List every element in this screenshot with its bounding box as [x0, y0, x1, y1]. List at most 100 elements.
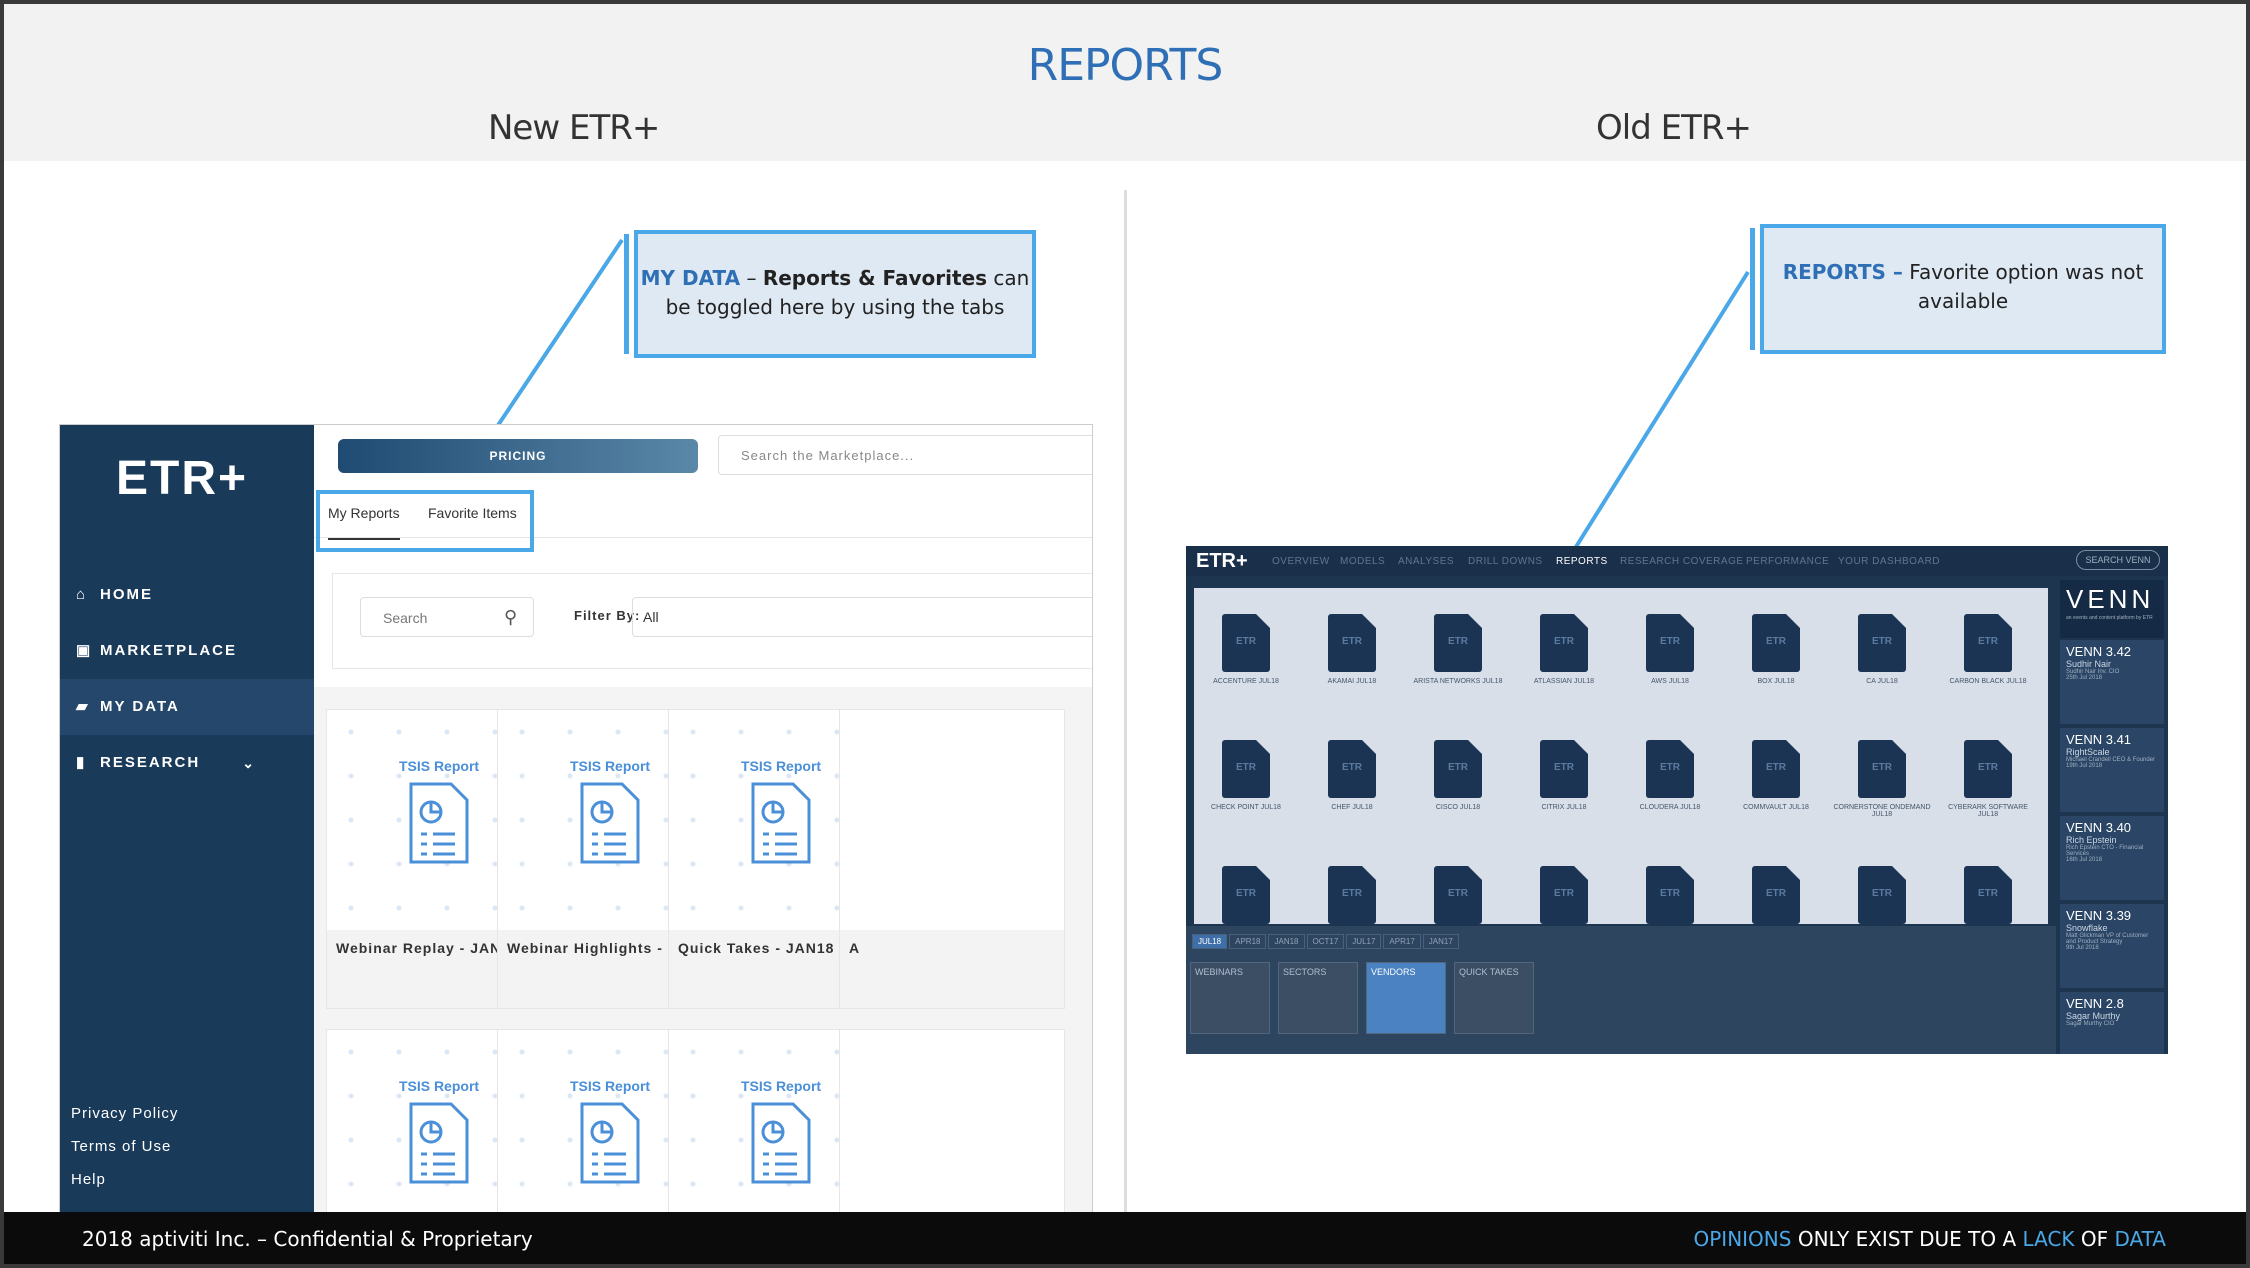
time-tab[interactable]: OCT17 — [1306, 934, 1345, 949]
time-tab[interactable]: JUL17 — [1346, 934, 1382, 949]
callout-accent-bar — [624, 234, 629, 354]
report-file-icon[interactable]: ETR — [1646, 614, 1694, 672]
tabs-highlight-box — [316, 490, 534, 552]
marketplace-icon: ▣ — [76, 642, 93, 659]
report-card-partial[interactable]: A — [839, 709, 1065, 1009]
venn-card-name: Sagar Murthy — [2066, 1011, 2121, 1021]
report-file-icon[interactable]: ETR — [1434, 614, 1482, 672]
nav-research[interactable]: ▮ RESEARCH ⌄ — [60, 735, 314, 791]
venn-card[interactable]: VENN 3.41 RightScale Michael Crandell CEO … — [2060, 728, 2164, 812]
callout-connector-old — [1572, 270, 1750, 552]
old-etr-logo[interactable]: ETR+ — [1196, 550, 1248, 573]
report-file-icon[interactable]: ETR — [1434, 740, 1482, 798]
report-file-icon[interactable]: ETR — [1858, 866, 1906, 924]
callout-lead: MY DATA — [640, 266, 741, 290]
footer-copyright: 2018 aptiviti Inc. – Confidential & Prop… — [82, 1227, 533, 1251]
chevron-down-icon: ⌄ — [242, 755, 256, 771]
report-file-icon[interactable]: ETR — [1752, 740, 1800, 798]
venn-card-name: Sudhir Nair — [2066, 659, 2112, 669]
old-nav-overview[interactable]: OVERVIEW — [1272, 556, 1330, 567]
report-file-icon[interactable]: ETR — [1646, 866, 1694, 924]
report-file-icon[interactable]: ETR — [1222, 614, 1270, 672]
venn-card[interactable]: VENN 3.40 Rich Epstein Rich Epstein CTO - … — [2060, 816, 2164, 900]
report-file-icon[interactable]: ETR — [1328, 866, 1376, 924]
venn-sidebar: VENN an events and content platform by ET… — [2060, 580, 2164, 1054]
report-file-icon[interactable]: ETR — [1752, 614, 1800, 672]
venn-card-title: VENN 3.40 — [2066, 820, 2132, 835]
search-icon[interactable]: ⚲ — [504, 607, 517, 628]
filter-select[interactable]: All — [632, 597, 1092, 637]
report-file-icon[interactable]: ETR — [1328, 614, 1376, 672]
old-nav-drill-downs[interactable]: DRILL DOWNS — [1468, 556, 1543, 567]
report-file-icon[interactable]: ETR — [1222, 866, 1270, 924]
time-tab[interactable]: JUL18 — [1192, 934, 1228, 949]
report-file-icon[interactable]: ETR — [1540, 740, 1588, 798]
old-nav-analyses[interactable]: ANALYSES — [1398, 556, 1454, 567]
report-file-icon[interactable]: ETR — [1434, 866, 1482, 924]
report-file-icon[interactable]: ETR — [1964, 614, 2012, 672]
report-card-partial[interactable] — [839, 1029, 1065, 1213]
nav-home[interactable]: ⌂ HOME — [60, 567, 314, 623]
pricing-button[interactable]: PRICING — [338, 439, 698, 473]
venn-card-date: 9th Jul 2018 — [2066, 945, 2099, 951]
venn-card-date: 19th Jul 2018 — [2066, 763, 2103, 769]
report-file-label: COMMVAULT JUL18 — [1743, 804, 1809, 811]
category-tile-sectors[interactable]: SECTORS — [1278, 962, 1358, 1034]
time-tab[interactable]: APR17 — [1383, 934, 1421, 949]
report-document-icon — [751, 782, 811, 864]
report-file-label: CHECK POINT JUL18 — [1211, 804, 1281, 811]
venn-card-date: 16th Jul 2018 — [2066, 857, 2103, 863]
nav-my-data[interactable]: ▰ MY DATA — [60, 679, 314, 735]
footer-tagline: OPINIONS ONLY EXIST DUE TO A LACK OF DAT… — [1694, 1227, 2167, 1251]
time-tab[interactable]: JAN17 — [1422, 934, 1459, 949]
venn-card-name: Rich Epstein — [2066, 835, 2117, 845]
time-tab[interactable]: JAN18 — [1268, 934, 1305, 949]
venn-card-title: VENN 3.41 — [2066, 732, 2132, 747]
venn-logo: VENN — [2066, 584, 2155, 614]
category-tile-vendors[interactable]: VENDORS — [1366, 962, 1446, 1034]
callout-my-data: MY DATA – Reports & Favorites can be tog… — [624, 230, 1036, 358]
report-file-icon[interactable]: ETR — [1540, 614, 1588, 672]
report-file-label: CYBERARK SOFTWARE JUL18 — [1948, 804, 2028, 818]
venn-card-detail: Rich Epstein CTO - Financial Services — [2066, 845, 2144, 857]
etr-logo[interactable]: ETR+ — [116, 451, 248, 506]
time-tab[interactable]: APR18 — [1229, 934, 1267, 949]
report-file-icon[interactable]: ETR — [1964, 866, 2012, 924]
venn-card-title: VENN 3.42 — [2066, 644, 2132, 659]
old-etr-app: ETR+ OVERVIEW MODELS ANALYSES DRILL DOWN… — [1186, 546, 2168, 1054]
report-file-icon[interactable]: ETR — [1858, 614, 1906, 672]
report-file-icon[interactable]: ETR — [1328, 740, 1376, 798]
venn-card[interactable]: VENN 2.8 Sagar Murthy Sagar Murthy CIO — [2060, 992, 2164, 1054]
report-file-label: ACCENTURE JUL18 — [1213, 678, 1279, 685]
folder-icon: ▰ — [76, 698, 90, 715]
new-etr-app: ETR+ ⌂ HOME ▣ MARKETPLACE ▰ MY DATA ▮ RESEAR… — [59, 424, 1093, 1214]
report-file-icon[interactable]: ETR — [1540, 866, 1588, 924]
category-tile-webinars[interactable]: WEBINARS — [1190, 962, 1270, 1034]
old-nav-performance[interactable]: PERFORMANCE — [1746, 556, 1829, 567]
marketplace-search-input[interactable]: Search the Marketplace... — [718, 435, 1092, 475]
old-nav-your-dashboard[interactable]: YOUR DASHBOARD — [1838, 556, 1940, 567]
old-nav-research-coverage[interactable]: RESEARCH COVERAGE — [1620, 556, 1744, 567]
report-name: A — [849, 940, 861, 956]
old-nav-reports[interactable]: REPORTS — [1556, 556, 1608, 567]
help-link[interactable]: Help — [71, 1171, 106, 1188]
venn-card[interactable]: VENN 3.39 Snowflake Matt Glickman VP of Cu… — [2060, 904, 2164, 988]
nav-marketplace[interactable]: ▣ MARKETPLACE — [60, 623, 314, 679]
report-file-icon[interactable]: ETR — [1752, 866, 1800, 924]
callout-reports: REPORTS – Favorite option was not availa… — [1750, 224, 2166, 354]
terms-of-use-link[interactable]: Terms of Use — [71, 1138, 171, 1155]
report-file-icon[interactable]: ETR — [1222, 740, 1270, 798]
old-search-venn-button[interactable]: SEARCH VENN — [2076, 550, 2160, 570]
report-file-label: CHEF JUL18 — [1331, 804, 1373, 811]
privacy-policy-link[interactable]: Privacy Policy — [71, 1105, 178, 1122]
report-file-icon[interactable]: ETR — [1964, 740, 2012, 798]
report-file-label: CORNERSTONE ONDEMAND JUL18 — [1833, 804, 1931, 818]
venn-card-date: 25th Jul 2018 — [2066, 675, 2103, 681]
venn-card[interactable]: VENN 3.42 Sudhir Nair Sudhir Nair Inv. CIO… — [2060, 640, 2164, 724]
category-tile-quick-takes[interactable]: QUICK TAKES — [1454, 962, 1534, 1034]
report-file-icon[interactable]: ETR — [1646, 740, 1694, 798]
footer-word-opinions: OPINIONS — [1693, 1227, 1792, 1251]
report-file-icon[interactable]: ETR — [1858, 740, 1906, 798]
footer-text: ONLY EXIST DUE TO A — [1791, 1227, 2023, 1251]
old-nav-models[interactable]: MODELS — [1340, 556, 1385, 567]
